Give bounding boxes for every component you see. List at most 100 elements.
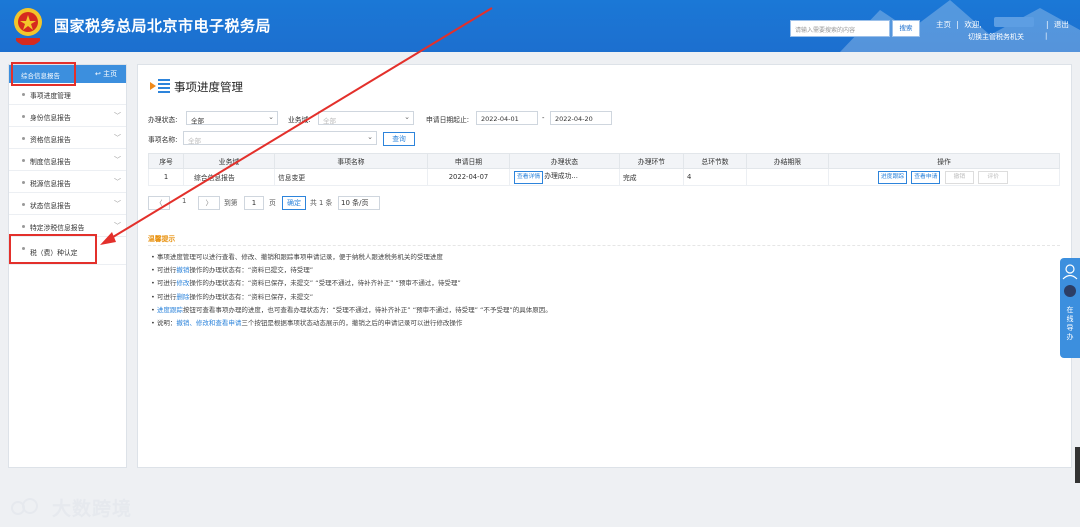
- date-range-label: 申请日期起止:: [426, 116, 470, 124]
- highlight-box-section: [11, 62, 76, 86]
- divider: [148, 245, 1060, 246]
- date-from-input[interactable]: 2022-04-01: [476, 111, 538, 125]
- tip-text: 操作的办理状态有：“资料已提交，待受理”: [189, 266, 314, 275]
- tip-text: • 可进行: [151, 279, 177, 288]
- query-button[interactable]: 查询: [383, 132, 415, 146]
- col-stage: 办理环节: [619, 153, 684, 169]
- tip-text: • 可进行: [151, 266, 177, 275]
- date-separator: -: [542, 114, 545, 122]
- separator: |: [1045, 32, 1048, 40]
- sidebar-home-link[interactable]: ↩ 主页: [95, 69, 117, 79]
- tips-title: 温馨提示: [148, 235, 176, 243]
- online-guide-tab[interactable]: 在线导办: [1060, 258, 1080, 358]
- sidebar-item-system[interactable]: 制度信息报告 ﹀: [9, 149, 126, 171]
- welcome-text: 欢迎,: [964, 20, 982, 29]
- logout-link[interactable]: 退出: [1054, 20, 1069, 29]
- search-input[interactable]: 请输入需要搜索的内容: [790, 20, 890, 37]
- cell-deadline: [746, 168, 829, 186]
- current-page[interactable]: 1: [182, 197, 186, 205]
- page-size-value: 10 条/页: [341, 199, 369, 207]
- sidebar-item-status[interactable]: 状态信息报告 ﹀: [9, 193, 126, 215]
- col-no: 序号: [148, 153, 184, 169]
- sidebar-item-progress[interactable]: 事项进度管理: [9, 83, 126, 105]
- main-panel: 事项进度管理 办理状态: 全部 ⌄ 业务域: 全部 ⌄ 申请日期起止: 2022-0…: [137, 64, 1072, 468]
- switch-agency-link[interactable]: 切换主管税务机关: [968, 32, 1024, 42]
- watermark-logo-icon: [11, 498, 38, 515]
- tip-line: • 可进行删除操作的办理状态有：“资料已保存，未提交”: [151, 291, 552, 304]
- sidebar-item-label: 状态信息报告: [30, 202, 71, 210]
- tip-text: • 事项进度管理可以进行查看、修改、撤销和跟踪事项申请记录，便于纳税人跟进税务机…: [151, 253, 443, 261]
- cell-date: 2022-04-07: [427, 168, 510, 186]
- tips-list: • 事项进度管理可以进行查看、修改、撤销和跟踪事项申请记录，便于纳税人跟进税务机…: [151, 251, 552, 330]
- tip-text: 按钮可查看事项办理的进度，也可查看办理状态为：“受理不通过，待补齐补正” “预审…: [182, 305, 552, 314]
- search-button[interactable]: 搜索: [892, 20, 920, 37]
- tip-text: • 可进行: [151, 292, 177, 301]
- chevron-down-icon: ⌄: [367, 133, 373, 141]
- tip-highlight: 撤销、修改和查看申请: [176, 319, 242, 328]
- cell-domain: 综合信息报告: [183, 168, 275, 186]
- prev-page-button[interactable]: 〈: [148, 196, 170, 210]
- user-icon: [1062, 264, 1078, 297]
- tax-emblem-icon: [14, 8, 42, 45]
- status-select[interactable]: 全部 ⌄: [186, 111, 278, 125]
- progress-track-button[interactable]: 进度跟踪: [877, 170, 908, 184]
- status-select-value: 全部: [191, 117, 204, 125]
- tip-highlight: 删除: [176, 292, 190, 301]
- cell-ops: 进度跟踪 查看申请 撤销 评价: [828, 168, 1060, 186]
- table-row: 1 综合信息报告 信息变更 2022-04-07 查看详情 办理成功... 完成 …: [148, 168, 1060, 186]
- revoke-button[interactable]: 撤销: [944, 170, 975, 184]
- tip-line: • 事项进度管理可以进行查看、修改、撤销和跟踪事项申请记录，便于纳税人跟进税务机…: [151, 251, 552, 264]
- tip-highlight: 进度跟踪: [156, 305, 183, 314]
- business-select[interactable]: 全部 ⌄: [318, 111, 414, 125]
- evaluate-button[interactable]: 评价: [978, 170, 1008, 184]
- status-label: 办理状态:: [148, 116, 178, 124]
- list-icon: [150, 79, 170, 93]
- sidebar-item-label: 事项进度管理: [30, 92, 71, 100]
- guide-label: 在线导办: [1066, 306, 1074, 341]
- sidebar-item-label: 税源信息报告: [30, 180, 71, 188]
- chevron-down-icon: ⌄: [404, 113, 410, 121]
- cell-total: 4: [683, 168, 747, 186]
- view-application-button[interactable]: 查看申请: [911, 170, 941, 184]
- scrollbar-thumb[interactable]: [1075, 447, 1080, 483]
- item-select-value: 全部: [188, 137, 201, 145]
- cell-status: 查看详情 办理成功...: [509, 168, 620, 186]
- view-detail-button[interactable]: 查看详情: [514, 171, 544, 184]
- date-to-input[interactable]: 2022-04-20: [550, 111, 612, 125]
- sidebar-item-tax-source[interactable]: 税源信息报告 ﹀: [9, 171, 126, 193]
- goto-confirm-button[interactable]: 确定: [282, 196, 306, 210]
- tip-text: 操作的办理状态有：“资料已保存，未提交”: [189, 292, 314, 301]
- col-status: 办理状态: [509, 153, 620, 169]
- chevron-down-icon: ﹀: [114, 112, 121, 120]
- item-name-label: 事项名称:: [148, 136, 178, 144]
- logout-group: | 退出: [1046, 19, 1069, 30]
- chevron-down-icon: ⌄: [268, 113, 274, 121]
- sidebar-item-identity[interactable]: 身份信息报告 ﹀: [9, 105, 126, 127]
- next-page-button[interactable]: 〉: [198, 196, 220, 210]
- goto-label: 到第: [224, 199, 238, 207]
- cell-item: 信息变更: [274, 168, 428, 186]
- col-domain: 业务域: [183, 153, 275, 169]
- top-header: 国家税务总局北京市电子税务局 请输入需要搜索的内容 搜索 主页 | 欢迎, | …: [0, 0, 1080, 52]
- separator: |: [956, 20, 959, 29]
- col-ops: 操作: [828, 153, 1060, 169]
- sidebar-item-qualification[interactable]: 资格信息报告 ﹀: [9, 127, 126, 149]
- col-item: 事项名称: [274, 153, 428, 169]
- col-deadline: 办结期限: [746, 153, 829, 169]
- item-name-select[interactable]: 全部 ⌄: [183, 131, 377, 145]
- watermark-text: 大数跨境: [52, 498, 133, 520]
- cell-no: 1: [148, 168, 184, 186]
- tip-highlight: 修改: [176, 279, 190, 288]
- chevron-down-icon: ﹀: [114, 178, 121, 186]
- page-size-select[interactable]: 10 条/页: [338, 196, 380, 210]
- tip-text: 三个按钮是根据事项状态动态展示的，撤销之后的申请记录可以进行修改操作: [241, 319, 463, 328]
- cell-stage: 完成: [619, 168, 684, 186]
- tip-text: • 说明：: [151, 319, 177, 328]
- business-select-value: 全部: [323, 117, 336, 125]
- goto-page-input[interactable]: 1: [244, 196, 264, 210]
- sidebar-item-label: 制度信息报告: [30, 158, 71, 166]
- sidebar-item-label: 身份信息报告: [30, 114, 71, 122]
- page-title: 事项进度管理: [174, 80, 243, 94]
- sidebar: 综合信息报告 ↩ 主页 事项进度管理 身份信息报告 ﹀ 资格信息报告 ﹀ 制度信息报…: [8, 64, 127, 468]
- home-link[interactable]: 主页: [936, 20, 951, 29]
